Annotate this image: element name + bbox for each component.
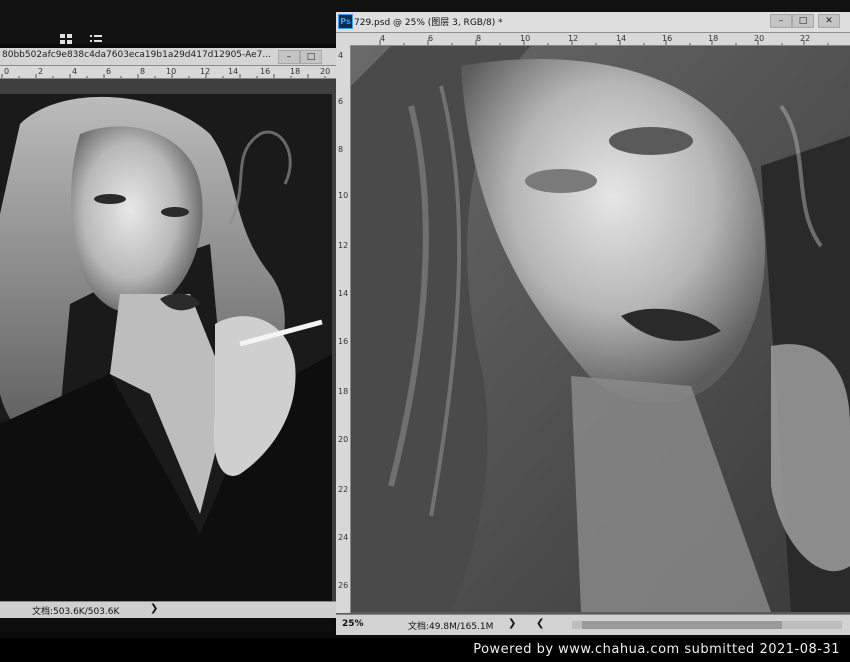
right-vruler-label: 20 — [338, 435, 349, 444]
right-close-button[interactable]: ✕ — [818, 14, 840, 28]
right-vruler-label: 18 — [338, 387, 349, 396]
right-ruler-label: 10 — [520, 34, 531, 43]
left-document-window: 80bb502afc9e838c4da7603eca19b1a29d417d12… — [0, 48, 336, 632]
zoom-level[interactable]: 25% — [342, 619, 364, 629]
left-status-menu-arrow[interactable]: ❯ — [150, 603, 158, 614]
right-vertical-ruler: 4 6 8 10 12 14 16 18 20 22 24 26 — [336, 45, 351, 613]
right-minimize-button[interactable]: – — [770, 14, 792, 28]
left-ruler-label: 2 — [38, 67, 44, 76]
left-ruler-label: 18 — [290, 67, 301, 76]
right-status-bar: 25% 文档:49.8M/165.1M ❯ ❮ — [336, 614, 850, 635]
watermark-text: Powered by www.chahua.com submitted 2021… — [473, 642, 840, 657]
left-ruler-label: 0 — [4, 67, 10, 76]
arrange-documents-icon[interactable] — [60, 34, 72, 44]
right-vruler-label: 12 — [338, 241, 349, 250]
left-document-tab[interactable]: 80bb502afc9e838c4da7603eca19b1a29d417d12… — [0, 48, 336, 66]
reference-photo-canvas[interactable] — [0, 94, 332, 632]
left-ruler-label: 14 — [228, 67, 239, 76]
right-document-window: Ps 729.psd @ 25% (图层 3, RGB/8) * – □ ✕ 4… — [336, 12, 850, 635]
right-ruler-label: 18 — [708, 34, 719, 43]
right-vruler-label: 6 — [338, 97, 344, 106]
left-minimize-button[interactable]: – — [278, 50, 300, 64]
painting-canvas[interactable] — [351, 46, 850, 612]
horizontal-scrollbar[interactable] — [572, 621, 842, 629]
left-ruler-label: 8 — [140, 67, 146, 76]
left-ruler-label: 10 — [166, 67, 177, 76]
right-ruler-label: 22 — [800, 34, 811, 43]
photoshop-logo-icon: Ps — [338, 14, 353, 29]
right-ruler-ticks — [379, 40, 829, 45]
left-status-bar: 文档:503.6K/503.6K ❯ — [0, 601, 336, 618]
right-horizontal-ruler: 4 6 8 10 12 14 16 18 20 22 — [336, 33, 850, 46]
left-maximize-button[interactable]: □ — [300, 50, 322, 64]
right-vruler-label: 4 — [338, 51, 344, 60]
right-ruler-label: 20 — [754, 34, 765, 43]
right-maximize-button[interactable]: □ — [792, 14, 814, 28]
left-ruler-label: 12 — [200, 67, 211, 76]
right-ruler-label: 16 — [662, 34, 673, 43]
right-vruler-label: 24 — [338, 533, 349, 542]
right-vruler-label: 10 — [338, 191, 349, 200]
right-ruler-label: 4 — [380, 34, 386, 43]
right-vruler-label: 16 — [338, 337, 349, 346]
left-ruler-label: 16 — [260, 67, 271, 76]
scroll-left-arrow[interactable]: ❮ — [536, 618, 544, 629]
watermark-bar: Powered by www.chahua.com submitted 2021… — [0, 638, 850, 662]
left-document-title: 80bb502afc9e838c4da7603eca19b1a29d417d12… — [2, 50, 271, 60]
left-ruler-label: 4 — [72, 67, 78, 76]
right-ruler-label: 8 — [476, 34, 482, 43]
right-ruler-label: 14 — [616, 34, 627, 43]
right-ruler-label: 6 — [428, 34, 434, 43]
right-ruler-label: 12 — [568, 34, 579, 43]
right-vruler-label: 14 — [338, 289, 349, 298]
right-document-tab[interactable]: Ps 729.psd @ 25% (图层 3, RGB/8) * – □ ✕ — [336, 12, 850, 33]
right-document-title: 729.psd @ 25% (图层 3, RGB/8) * — [354, 18, 503, 28]
right-vruler-label: 26 — [338, 581, 349, 590]
left-horizontal-ruler: 0 2 4 6 8 10 12 14 16 18 20 — [0, 66, 336, 79]
right-document-size: 文档:49.8M/165.1M — [408, 622, 494, 632]
scrollbar-thumb[interactable] — [582, 621, 782, 629]
right-vruler-label: 22 — [338, 485, 349, 494]
left-ruler-label: 20 — [320, 67, 331, 76]
left-ruler-label: 6 — [106, 67, 112, 76]
right-status-menu-arrow[interactable]: ❯ — [508, 618, 516, 629]
list-view-icon[interactable] — [90, 34, 102, 44]
right-vruler-label: 8 — [338, 145, 344, 154]
left-document-size: 文档:503.6K/503.6K — [32, 607, 120, 617]
